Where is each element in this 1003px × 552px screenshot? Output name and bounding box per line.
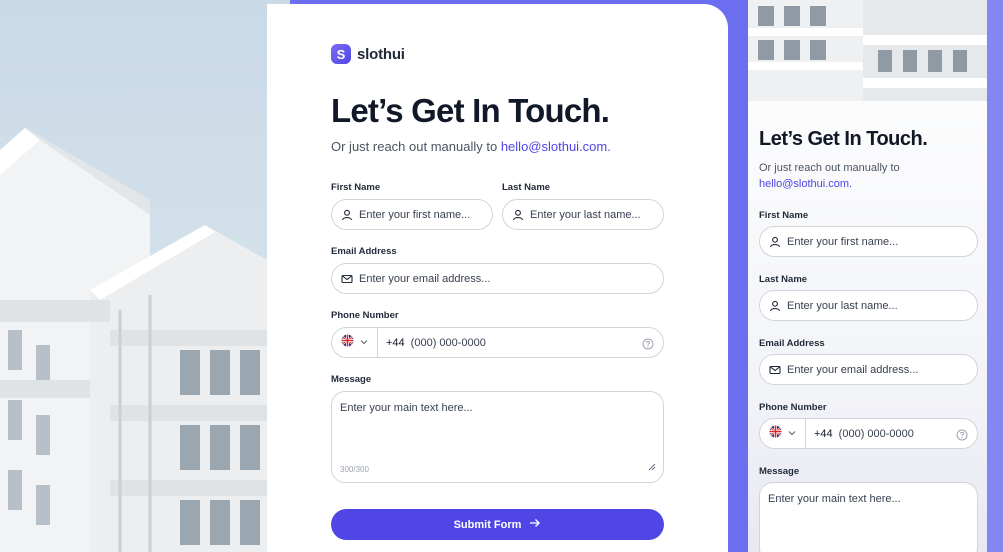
uk-flag-icon xyxy=(341,334,354,352)
last-name-label: Last Name xyxy=(502,182,551,193)
mobile-phone-label: Phone Number xyxy=(759,402,827,413)
phone-label: Phone Number xyxy=(331,310,399,321)
help-icon[interactable] xyxy=(642,337,654,355)
mobile-email-placeholder: Enter your email address... xyxy=(787,363,919,376)
mobile-hero-photo xyxy=(748,0,988,101)
first-name-field[interactable]: Enter your first name... xyxy=(331,199,493,230)
slothui-logo-icon: S xyxy=(331,44,351,64)
country-select[interactable] xyxy=(341,328,378,357)
phone-placeholder: (000) 000-0000 xyxy=(410,336,486,349)
email-placeholder: Enter your email address... xyxy=(359,272,491,285)
email-link[interactable]: hello@slothui.com. xyxy=(501,139,611,154)
mobile-email-label: Email Address xyxy=(759,338,825,349)
mobile-last-name-placeholder: Enter your last name... xyxy=(787,299,898,312)
mobile-country-code: +44 xyxy=(814,427,833,440)
mobile-last-name-field[interactable]: Enter your last name... xyxy=(759,290,978,321)
mobile-subtitle: Or just reach out manually to xyxy=(759,162,900,174)
mobile-message-textarea[interactable]: Enter your main text here... xyxy=(759,482,978,552)
message-placeholder: Enter your main text here... xyxy=(340,402,473,414)
first-name-placeholder: Enter your first name... xyxy=(359,208,471,221)
chevron-down-icon xyxy=(787,425,797,443)
brand-logo[interactable]: S slothui xyxy=(331,44,405,64)
submit-button[interactable]: Submit Form xyxy=(331,509,664,540)
mobile-country-select[interactable] xyxy=(769,419,806,448)
character-counter: 300/300 xyxy=(340,465,369,474)
last-name-placeholder: Enter your last name... xyxy=(530,208,641,221)
mail-icon xyxy=(769,364,781,376)
mobile-phone-field[interactable]: +44 (000) 000-0000 xyxy=(759,418,978,449)
message-textarea[interactable]: Enter your main text here... 300/300 xyxy=(331,391,664,483)
resize-handle-icon[interactable] xyxy=(648,458,656,476)
mobile-message-label: Message xyxy=(759,466,800,477)
brand-name: slothui xyxy=(357,45,405,63)
email-field[interactable]: Enter your email address... xyxy=(331,263,664,294)
help-icon[interactable] xyxy=(956,428,968,446)
mobile-phone-placeholder: (000) 000-0000 xyxy=(838,427,914,440)
subtitle-text: Or just reach out manually to xyxy=(331,139,498,154)
mobile-message-placeholder: Enter your main text here... xyxy=(768,493,901,505)
mobile-first-name-label: First Name xyxy=(759,210,809,221)
first-name-label: First Name xyxy=(331,182,381,193)
user-icon xyxy=(769,300,781,312)
arrow-right-icon xyxy=(529,518,541,531)
uk-flag-icon xyxy=(769,425,782,443)
user-icon xyxy=(512,209,524,221)
mobile-first-name-field[interactable]: Enter your first name... xyxy=(759,226,978,257)
page-title: Let’s Get In Touch. xyxy=(331,92,610,129)
country-code: +44 xyxy=(386,336,405,349)
mobile-email-field[interactable]: Enter your email address... xyxy=(759,354,978,385)
mail-icon xyxy=(341,273,353,285)
user-icon xyxy=(769,236,781,248)
submit-label: Submit Form xyxy=(453,518,522,531)
page-subtitle: Or just reach out manually to hello@slot… xyxy=(331,139,611,154)
mobile-email-link[interactable]: hello@slothui.com. xyxy=(759,178,852,190)
hero-building-photo xyxy=(0,0,290,552)
mobile-preview: Let’s Get In Touch. Or just reach out ma… xyxy=(748,0,988,552)
email-label: Email Address xyxy=(331,246,397,257)
phone-field[interactable]: +44 (000) 000-0000 xyxy=(331,327,664,358)
user-icon xyxy=(341,209,353,221)
chevron-down-icon xyxy=(359,334,369,352)
last-name-field[interactable]: Enter your last name... xyxy=(502,199,664,230)
mobile-last-name-label: Last Name xyxy=(759,274,808,285)
right-edge-panel xyxy=(987,0,1003,552)
message-label: Message xyxy=(331,374,372,385)
mobile-first-name-placeholder: Enter your first name... xyxy=(787,235,899,248)
mobile-title: Let’s Get In Touch. xyxy=(759,128,928,150)
contact-form-card: S slothui Let’s Get In Touch. Or just re… xyxy=(267,4,728,552)
